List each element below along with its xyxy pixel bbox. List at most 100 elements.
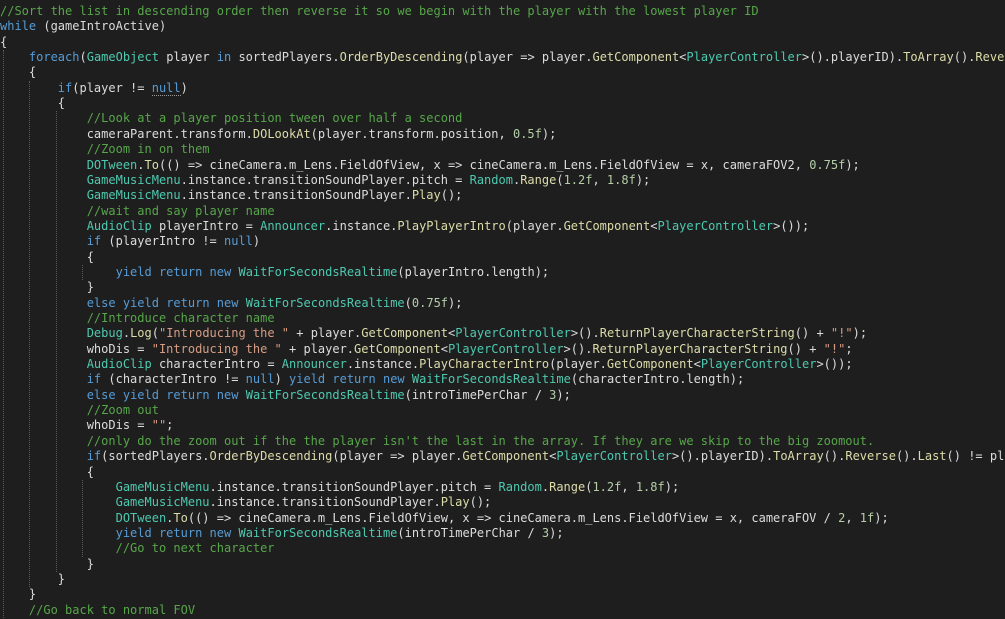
code-token: whoDis =: [0, 418, 152, 433]
code-token: WaitForSecondsRealtime: [238, 264, 398, 279]
code-line[interactable]: whoDis = "";: [0, 418, 1005, 433]
code-token: ): [274, 372, 290, 387]
code-token: >().: [570, 326, 600, 341]
code-line[interactable]: AudioClip playerIntro = Announcer.instan…: [0, 219, 1005, 234]
code-token: ().: [953, 50, 976, 65]
code-token: while: [0, 19, 37, 34]
code-token: if: [86, 372, 102, 387]
code-line[interactable]: if (playerIntro != null): [0, 234, 1005, 249]
code-line[interactable]: GameMusicMenu.instance.transitionSoundPl…: [0, 480, 1005, 495]
code-line[interactable]: DOTween.To(() => cineCamera.m_Lens.Field…: [0, 158, 1005, 173]
code-line[interactable]: if(player != null): [0, 80, 1005, 96]
code-token: {: [0, 34, 8, 49]
code-token: new: [216, 387, 239, 402]
code-token: OrderByDescending: [339, 50, 463, 65]
code-token: (playerIntro !=: [101, 234, 224, 249]
code-line[interactable]: //Zoom out: [0, 403, 1005, 418]
code-token: 1.2f: [592, 479, 622, 494]
code-line[interactable]: foreach(GameObject player in sortedPlaye…: [0, 50, 1005, 65]
code-token: 0.75f: [809, 157, 846, 172]
code-line[interactable]: GameMusicMenu.instance.transitionSoundPl…: [0, 173, 1005, 188]
code-line[interactable]: else yield return new WaitForSecondsReal…: [0, 388, 1005, 403]
code-token: "Introducing the ": [158, 326, 290, 341]
code-token: (player => player.: [332, 449, 463, 464]
code-editor[interactable]: //Sort the list in descending order then…: [0, 0, 1005, 619]
code-token: (sortedPlayers.: [101, 449, 210, 464]
code-line[interactable]: GameMusicMenu.instance.transitionSoundPl…: [0, 188, 1005, 203]
code-token: );: [664, 479, 680, 494]
code-line[interactable]: {: [0, 96, 1005, 111]
code-line[interactable]: {: [0, 35, 1005, 50]
code-token: //Look at a player position tween over h…: [86, 111, 463, 126]
code-line[interactable]: //Introduce character name: [0, 311, 1005, 326]
code-line[interactable]: //Zoom in on them: [0, 142, 1005, 157]
code-token: () +: [794, 326, 831, 341]
code-token: GameObject: [86, 50, 159, 65]
code-line[interactable]: cameraParent.transform.DOLookAt(player.t…: [0, 127, 1005, 142]
code-line[interactable]: {: [0, 65, 1005, 80]
code-token: if: [86, 234, 102, 249]
code-line[interactable]: DOTween.To(() => cineCamera.m_Lens.Field…: [0, 511, 1005, 526]
code-token: .instance.transitionSoundPlayer.pitch =: [180, 172, 470, 187]
code-line[interactable]: //Sort the list in descending order then…: [0, 4, 1005, 19]
code-line[interactable]: yield return new WaitForSecondsRealtime(…: [0, 265, 1005, 280]
code-line[interactable]: whoDis = "Introducing the " + player.Get…: [0, 342, 1005, 357]
code-line[interactable]: //Go back to normal FOV: [0, 603, 1005, 618]
code-token: yield: [122, 387, 159, 402]
code-line[interactable]: }: [0, 587, 1005, 602]
code-token: }: [0, 280, 94, 295]
code-line[interactable]: while (gameIntroActive): [0, 19, 1005, 34]
code-line[interactable]: else yield return new WaitForSecondsReal…: [0, 296, 1005, 311]
code-token: {: [0, 464, 94, 479]
code-token: "Introducing the ": [151, 341, 282, 356]
code-token: null: [223, 234, 253, 249]
code-token: WaitForSecondsRealtime: [411, 372, 571, 387]
code-token: .instance.: [325, 218, 398, 233]
code-token: {: [0, 96, 66, 111]
code-line[interactable]: //only do the zoom out if the the player…: [0, 434, 1005, 449]
code-token: AudioClip: [86, 357, 152, 372]
code-line[interactable]: Debug.Log("Introducing the " + player.Ge…: [0, 326, 1005, 341]
code-line[interactable]: {: [0, 250, 1005, 265]
code-line[interactable]: }: [0, 572, 1005, 587]
code-line[interactable]: //Go to next character: [0, 541, 1005, 556]
code-token: yield: [289, 372, 326, 387]
code-line[interactable]: }: [0, 280, 1005, 295]
code-token: );: [448, 295, 463, 310]
code-line[interactable]: yield return new WaitForSecondsRealtime(…: [0, 526, 1005, 541]
code-token: ): [180, 80, 188, 95]
code-token: (: [404, 295, 412, 310]
code-token: Announcer: [281, 357, 347, 372]
code-line[interactable]: //Look at a player position tween over h…: [0, 111, 1005, 126]
code-token: Random: [498, 479, 542, 494]
code-line[interactable]: AudioClip characterIntro = Announcer.ins…: [0, 357, 1005, 372]
code-token: PlayerController: [657, 218, 774, 233]
code-line[interactable]: if (characterIntro != null) yield return…: [0, 372, 1005, 387]
code-line[interactable]: //wait and say player name: [0, 204, 1005, 219]
code-token: (: [79, 50, 87, 65]
code-token: (player !=: [72, 80, 152, 95]
code-token: 1.2f: [563, 172, 593, 187]
code-token: );: [549, 525, 564, 540]
code-token: GetComponent: [563, 218, 651, 233]
code-token: (() => cineCamera.m_Lens.FieldOfView, x …: [187, 510, 839, 525]
code-token: (player.transform.position,: [310, 126, 513, 141]
code-token: 0.75f: [411, 295, 449, 310]
code-line[interactable]: }: [0, 557, 1005, 572]
code-line[interactable]: if(sortedPlayers.OrderByDescending(playe…: [0, 449, 1005, 464]
code-token: return: [158, 525, 203, 540]
code-token: PlayerController: [455, 326, 571, 341]
code-token: "!": [830, 326, 853, 341]
code-line[interactable]: {: [0, 465, 1005, 480]
code-token: (: [151, 326, 159, 341]
code-line[interactable]: GameMusicMenu.instance.transitionSoundPl…: [0, 495, 1005, 510]
code-token: 0.5f: [512, 126, 542, 141]
